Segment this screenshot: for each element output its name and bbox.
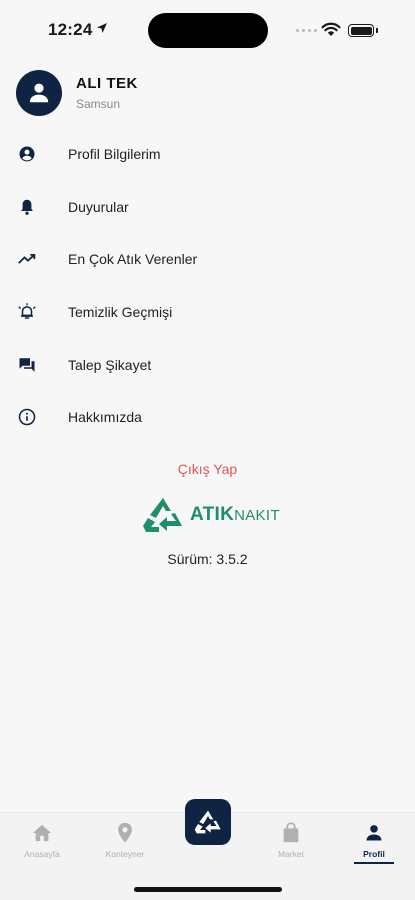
chat-icon xyxy=(18,356,36,374)
home-icon xyxy=(32,824,52,842)
wifi-icon xyxy=(321,22,341,36)
nav-container[interactable]: Konteyner xyxy=(95,821,155,859)
nav-home[interactable]: Anasayfa xyxy=(12,821,72,859)
logo-text: ATIKNAKIT xyxy=(190,504,280,525)
menu-item-label: Profil Bilgilerim xyxy=(68,146,161,163)
nav-label: Market xyxy=(278,849,304,859)
battery-icon xyxy=(348,24,374,37)
recycle-center-button[interactable] xyxy=(185,799,231,845)
menu-item-announcements[interactable]: Duyurular xyxy=(0,181,415,234)
menu-item-about-us[interactable]: Hakkımızda xyxy=(0,391,415,444)
user-name: ALI TEK xyxy=(76,75,138,92)
bell-icon xyxy=(18,198,36,216)
person-icon xyxy=(366,825,382,841)
nav-label: Konteyner xyxy=(105,849,145,859)
menu-item-label: Temizlik Geçmişi xyxy=(68,304,173,321)
profile-menu: Profil Bilgilerim Duyurular En Çok Atık … xyxy=(0,128,415,444)
menu-item-requests-complaints[interactable]: Talep Şikayet xyxy=(0,338,415,391)
user-city: Samsun xyxy=(76,97,121,111)
menu-item-top-contributors[interactable]: En Çok Atık Verenler xyxy=(0,233,415,286)
nav-profile[interactable]: Profil xyxy=(344,821,404,864)
profile-header: ALI TEK Samsun xyxy=(16,70,138,116)
info-icon xyxy=(18,408,36,426)
account-circle-icon xyxy=(18,145,36,163)
menu-item-profile-info[interactable]: Profil Bilgilerim xyxy=(0,128,415,181)
shopping-bag-icon xyxy=(283,822,299,843)
app-version: Sürüm: 3.5.2 xyxy=(167,551,248,567)
active-tab-indicator xyxy=(354,862,394,864)
recycle-logo-icon xyxy=(143,498,182,532)
nav-market[interactable]: Market xyxy=(261,821,321,859)
menu-item-label: Duyurular xyxy=(68,198,129,215)
recycle-icon xyxy=(194,810,221,834)
location-pin-icon xyxy=(118,822,132,843)
status-bar: 12:24 xyxy=(0,0,415,60)
menu-item-label: Talep Şikayet xyxy=(68,356,152,373)
dynamic-island xyxy=(148,13,268,48)
location-arrow-icon xyxy=(97,23,107,33)
nav-label: Profil xyxy=(363,849,385,859)
menu-item-label: En Çok Atık Verenler xyxy=(68,251,198,268)
trending-up-icon xyxy=(18,250,36,268)
logout-button[interactable]: Çıkış Yap xyxy=(0,461,415,477)
menu-item-cleaning-history[interactable]: Temizlik Geçmişi xyxy=(0,286,415,339)
menu-item-label: Hakkımızda xyxy=(68,409,142,426)
home-indicator xyxy=(134,887,282,892)
brand-logo: ATIKNAKIT xyxy=(142,496,280,534)
nav-label: Anasayfa xyxy=(24,849,60,859)
avatar xyxy=(16,70,62,116)
cellular-signal-icon xyxy=(296,29,317,32)
alarm-icon xyxy=(18,303,36,321)
person-icon xyxy=(29,83,49,103)
status-time: 12:24 xyxy=(48,20,93,39)
